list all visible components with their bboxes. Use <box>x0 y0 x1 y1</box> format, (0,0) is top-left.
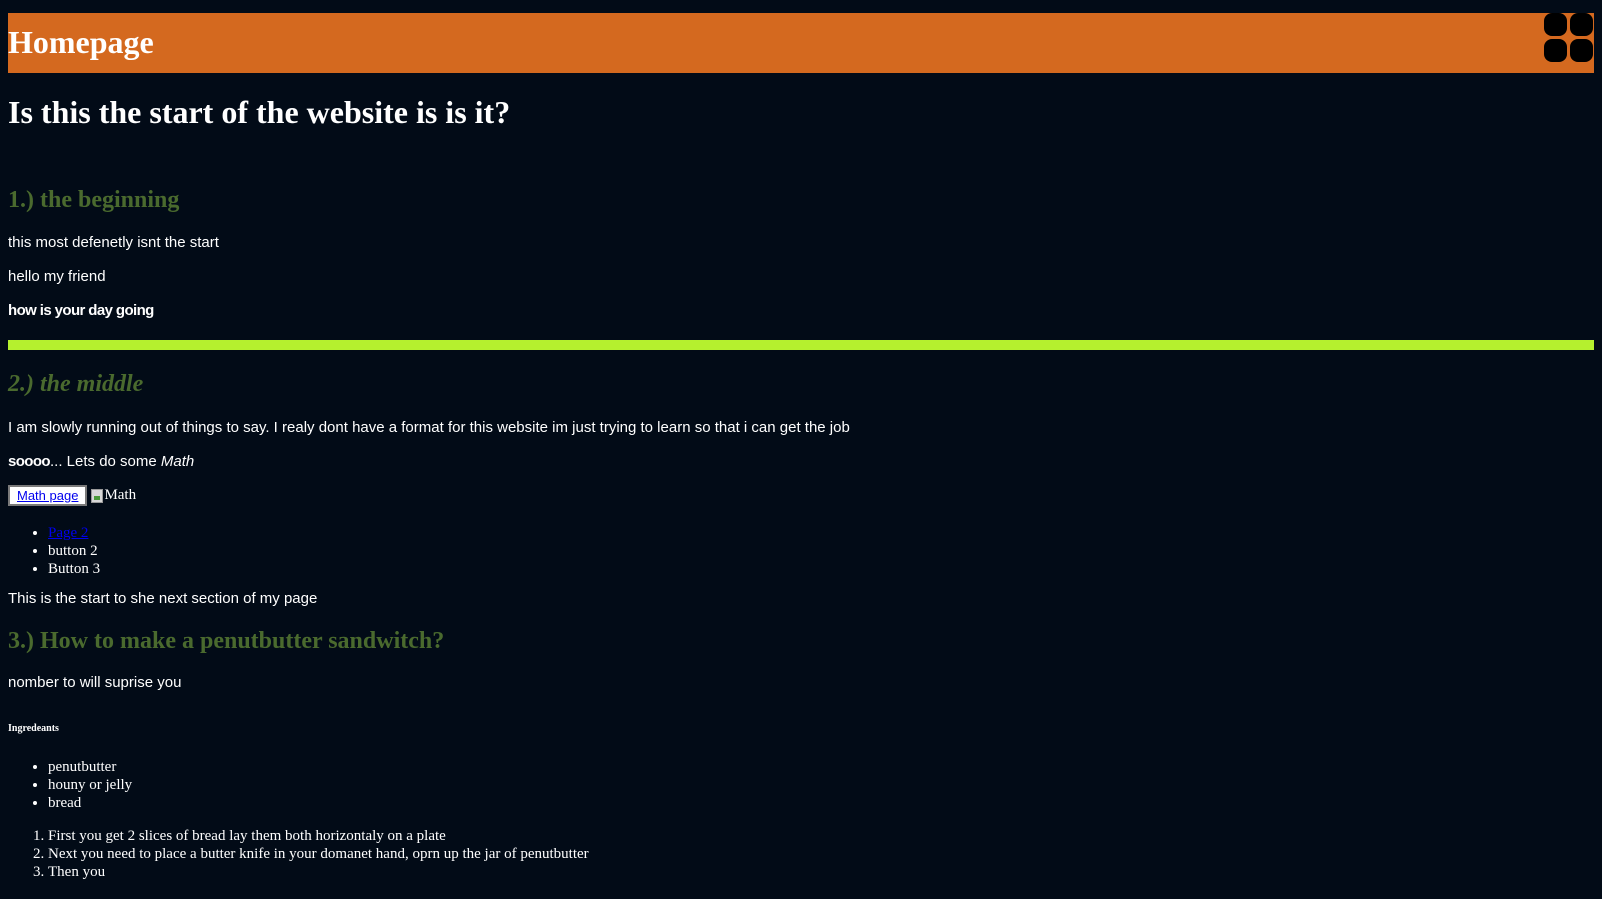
math-page-button[interactable]: Math page <box>8 485 88 506</box>
section1-line-2: hello my friend <box>8 268 106 285</box>
math-image: Math <box>91 487 136 504</box>
header-bar: Homepage <box>8 13 1594 73</box>
list-item: bread <box>48 794 132 812</box>
section1-heading: 1.) the beginning <box>8 187 180 213</box>
page-2-link[interactable]: Page 2 <box>48 525 88 541</box>
math-image-alt: Math <box>104 487 137 503</box>
list-item: First you get 2 slices of bread lay them… <box>48 827 589 845</box>
list-item: Page 2 <box>48 524 100 542</box>
math-invite: soooo... Lets do some Math <box>8 453 194 471</box>
lets-do-text: ... Lets do some <box>50 453 161 470</box>
soooo-text: soooo <box>8 453 51 470</box>
math-emphasis: Math <box>160 453 195 470</box>
section2-heading: 2.) the middle <box>8 371 144 397</box>
ingredients-heading: Ingredeants <box>8 723 59 734</box>
section1-line-3: how is your day going <box>8 302 154 319</box>
list-item: houny or jelly <box>48 776 132 794</box>
list-item: penutbutter <box>48 758 132 776</box>
nav-list: Page 2 button 2 Button 3 <box>8 524 100 578</box>
list-item: Next you need to place a butter knife in… <box>48 845 589 863</box>
logo-icon <box>1544 13 1594 63</box>
ingredients-list: penutbutter houny or jelly bread <box>8 758 132 812</box>
section1-line-1: this most defenetly isnt the start <box>8 234 219 251</box>
section2-paragraph: I am slowly running out of things to say… <box>8 419 850 436</box>
list-item: Then you <box>48 863 589 881</box>
page-title: Is this the start of the website is is i… <box>8 94 511 130</box>
list-item: button 2 <box>48 542 100 560</box>
broken-image-icon <box>91 488 104 503</box>
section3-heading: 3.) How to make a penutbutter sandwitch? <box>8 628 445 654</box>
list-item: Button 3 <box>48 560 100 578</box>
math-row: Math page Math <box>8 485 136 506</box>
divider <box>8 340 1594 350</box>
header-title: Homepage <box>8 24 154 60</box>
section3-teaser: nomber to will suprise you <box>8 674 182 691</box>
next-section-text: This is the start to she next section of… <box>8 590 318 607</box>
steps-list: First you get 2 slices of bread lay them… <box>8 827 589 881</box>
